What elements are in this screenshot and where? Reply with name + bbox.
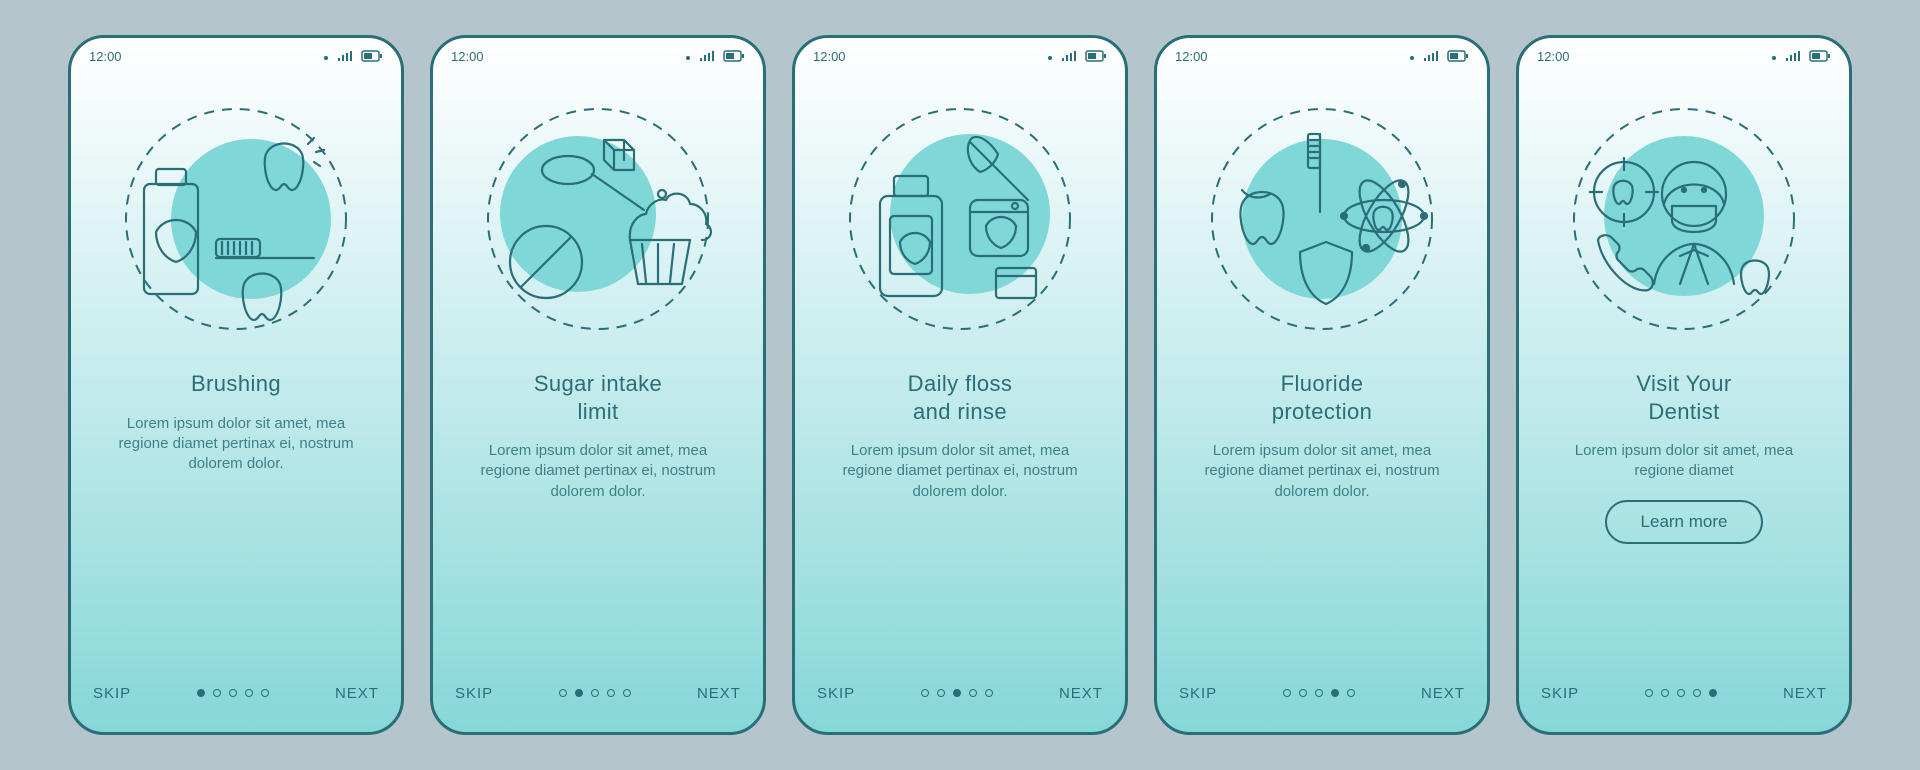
- screen-title: Fluoride protection: [1157, 364, 1487, 425]
- next-button[interactable]: NEXT: [335, 685, 379, 702]
- status-bar: 12:00: [1519, 38, 1849, 74]
- status-icons: [1771, 50, 1831, 62]
- next-button[interactable]: NEXT: [1783, 685, 1827, 702]
- battery-icon: [1085, 50, 1107, 62]
- status-time: 12:00: [1175, 49, 1208, 64]
- dot-4[interactable]: [969, 689, 977, 697]
- onboarding-screen-3: 12:00: [792, 35, 1128, 735]
- status-time: 12:00: [813, 49, 846, 64]
- dot-5[interactable]: [1347, 689, 1355, 697]
- dot-1[interactable]: [1283, 689, 1291, 697]
- screen-body: Lorem ipsum dolor sit amet, mea regione …: [1157, 425, 1487, 502]
- onboarding-screen-5: 12:00: [1516, 35, 1852, 735]
- dot-4[interactable]: [245, 689, 253, 697]
- learn-more-button[interactable]: Learn more: [1605, 500, 1764, 544]
- status-bar: 12:00: [1157, 38, 1487, 74]
- signal-dot-icon: [323, 51, 329, 61]
- battery-icon: [1447, 50, 1469, 62]
- dot-5[interactable]: [1709, 689, 1717, 697]
- dot-3[interactable]: [1677, 689, 1685, 697]
- next-button[interactable]: NEXT: [1421, 685, 1465, 702]
- next-button[interactable]: NEXT: [1059, 685, 1103, 702]
- battery-icon: [1809, 50, 1831, 62]
- status-icons: [323, 50, 383, 62]
- onboarding-screen-2: 12:00 Sugar int: [430, 35, 766, 735]
- dot-5[interactable]: [623, 689, 631, 697]
- status-bar: 12:00: [433, 38, 763, 74]
- screen-body: Lorem ipsum dolor sit amet, mea regione …: [1519, 425, 1849, 482]
- status-time: 12:00: [89, 49, 122, 64]
- screen-body: Lorem ipsum dolor sit amet, mea regione …: [71, 398, 401, 475]
- dot-4[interactable]: [1331, 689, 1339, 697]
- battery-icon: [361, 50, 383, 62]
- skip-button[interactable]: SKIP: [455, 685, 493, 702]
- signal-bars-icon: [337, 50, 353, 62]
- screen-body: Lorem ipsum dolor sit amet, mea regione …: [795, 425, 1125, 502]
- illustration-sugar: [433, 74, 763, 364]
- screen-title: Visit Your Dentist: [1519, 364, 1849, 425]
- signal-dot-icon: [1409, 51, 1415, 61]
- pagination-dots: [1283, 689, 1355, 697]
- signal-dot-icon: [1047, 51, 1053, 61]
- onboarding-screen-4: 12:00: [1154, 35, 1490, 735]
- battery-icon: [723, 50, 745, 62]
- status-bar: 12:00: [71, 38, 401, 74]
- dot-1[interactable]: [559, 689, 567, 697]
- skip-button[interactable]: SKIP: [817, 685, 855, 702]
- dot-3[interactable]: [229, 689, 237, 697]
- pagination-dots: [197, 689, 269, 697]
- dot-1[interactable]: [197, 689, 205, 697]
- status-time: 12:00: [451, 49, 484, 64]
- screen-title: Daily floss and rinse: [795, 364, 1125, 425]
- signal-dot-icon: [685, 51, 691, 61]
- onboarding-screen-1: 12:00: [68, 35, 404, 735]
- signal-dot-icon: [1771, 51, 1777, 61]
- screen-title: Brushing: [71, 364, 401, 398]
- status-icons: [1409, 50, 1469, 62]
- illustration-dentist: [1519, 74, 1849, 364]
- signal-bars-icon: [699, 50, 715, 62]
- dot-3[interactable]: [591, 689, 599, 697]
- status-icons: [685, 50, 745, 62]
- screen-title: Sugar intake limit: [433, 364, 763, 425]
- skip-button[interactable]: SKIP: [1541, 685, 1579, 702]
- pagination-dots: [1645, 689, 1717, 697]
- dot-5[interactable]: [261, 689, 269, 697]
- dot-2[interactable]: [1661, 689, 1669, 697]
- dot-1[interactable]: [1645, 689, 1653, 697]
- signal-bars-icon: [1785, 50, 1801, 62]
- pagination-dots: [921, 689, 993, 697]
- status-icons: [1047, 50, 1107, 62]
- dot-5[interactable]: [985, 689, 993, 697]
- status-time: 12:00: [1537, 49, 1570, 64]
- screen-body: Lorem ipsum dolor sit amet, mea regione …: [433, 425, 763, 502]
- dot-1[interactable]: [921, 689, 929, 697]
- dot-2[interactable]: [575, 689, 583, 697]
- dot-2[interactable]: [937, 689, 945, 697]
- skip-button[interactable]: SKIP: [93, 685, 131, 702]
- pagination-dots: [559, 689, 631, 697]
- dot-3[interactable]: [1315, 689, 1323, 697]
- illustration-brushing: [71, 74, 401, 364]
- dot-3[interactable]: [953, 689, 961, 697]
- status-bar: 12:00: [795, 38, 1125, 74]
- skip-button[interactable]: SKIP: [1179, 685, 1217, 702]
- dot-4[interactable]: [607, 689, 615, 697]
- next-button[interactable]: NEXT: [697, 685, 741, 702]
- signal-bars-icon: [1061, 50, 1077, 62]
- dot-4[interactable]: [1693, 689, 1701, 697]
- signal-bars-icon: [1423, 50, 1439, 62]
- dot-2[interactable]: [1299, 689, 1307, 697]
- illustration-fluoride: [1157, 74, 1487, 364]
- dot-2[interactable]: [213, 689, 221, 697]
- illustration-floss: [795, 74, 1125, 364]
